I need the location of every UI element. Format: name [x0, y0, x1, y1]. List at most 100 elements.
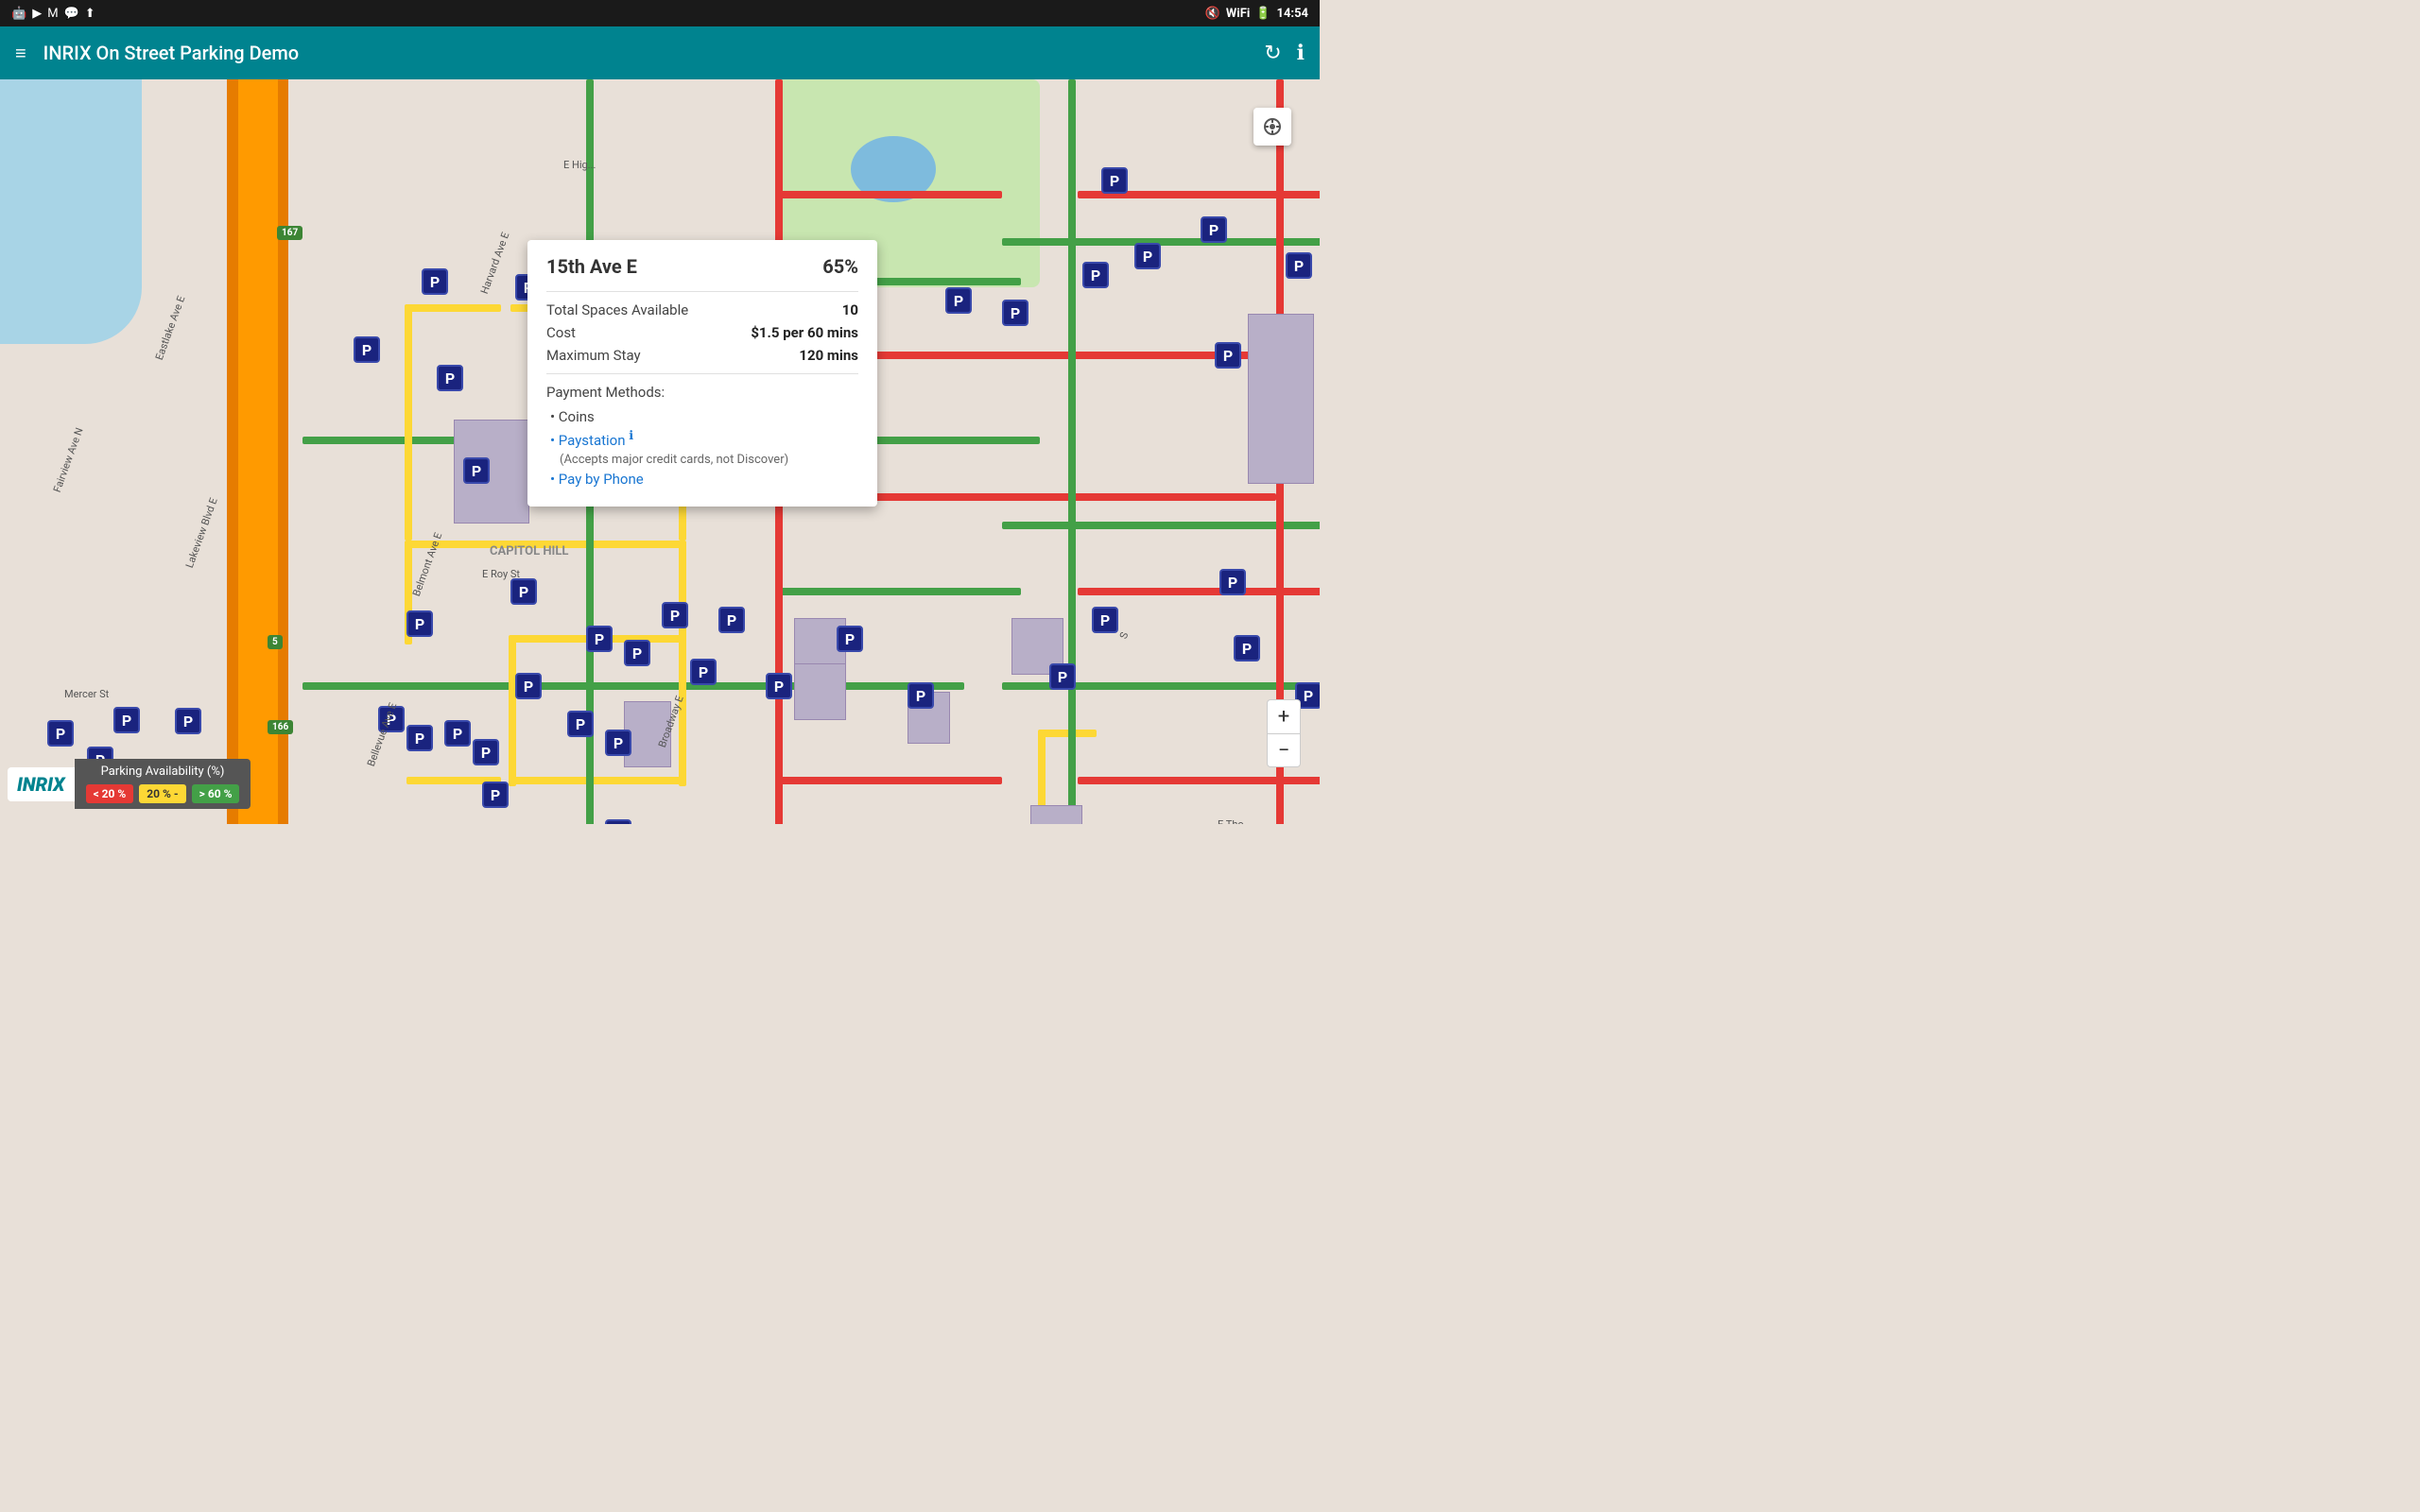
legend-item-green: > 60 %: [192, 784, 240, 803]
building-7: [1248, 314, 1314, 484]
popup-cost-label: Cost: [546, 324, 576, 341]
road-red-1: [775, 191, 1002, 198]
status-bar: 🤖 ▶ M 💬 ⬆ 🔇 WiFi 🔋 14:54: [0, 0, 1320, 26]
popup-maxstay-row: Maximum Stay 120 mins: [546, 347, 858, 364]
parking-marker-34[interactable]: P: [1215, 342, 1241, 369]
legend-title: Parking Availability (%): [86, 765, 240, 779]
parking-marker-41[interactable]: P: [175, 708, 201, 734]
parking-marker-35[interactable]: P: [1219, 569, 1246, 595]
route-sign-166: 166: [268, 720, 293, 734]
parking-marker-39[interactable]: P: [47, 720, 74, 747]
parking-marker-13[interactable]: P: [766, 673, 792, 699]
parking-marker-18[interactable]: P: [473, 739, 499, 765]
mute-icon: 🔇: [1205, 7, 1220, 21]
parking-marker-11[interactable]: P: [690, 659, 717, 685]
map-area[interactable]: Eastlake Ave E Fairview Ave N Lakeview B…: [0, 79, 1320, 824]
parking-marker-23[interactable]: P: [605, 819, 631, 824]
highway-inner: [238, 79, 278, 824]
parking-marker-10[interactable]: P: [662, 602, 688, 628]
popup-spaces-label: Total Spaces Available: [546, 301, 688, 318]
street-label-eastlake: Eastlake Ave E: [153, 294, 188, 361]
parking-marker-8[interactable]: P: [586, 626, 613, 652]
parking-marker-25[interactable]: P: [908, 682, 934, 709]
parking-marker-37[interactable]: P: [1286, 252, 1312, 279]
road-green-2: [302, 682, 964, 690]
parking-marker-16[interactable]: P: [406, 725, 433, 751]
popup-street-name: 15th Ave E: [546, 255, 637, 278]
parking-marker-2[interactable]: P: [422, 268, 448, 295]
gmail-icon: M: [47, 7, 58, 21]
road-green-7: [1002, 238, 1320, 246]
popup-payment-phone[interactable]: • Pay by Phone: [546, 471, 858, 488]
status-left-icons: 🤖 ▶ M 💬 ⬆: [11, 7, 95, 21]
street-label-tho: E Tho...: [1218, 818, 1252, 824]
parking-marker-19[interactable]: P: [482, 782, 509, 808]
parking-marker-29[interactable]: P: [1082, 262, 1109, 288]
app-toolbar: ≡ INRIX On Street Parking Demo ↻ ℹ: [0, 26, 1320, 79]
inrix-logo: INRIX: [8, 767, 75, 801]
time-display: 14:54: [1277, 7, 1309, 21]
parking-marker-17[interactable]: P: [444, 720, 471, 747]
parking-marker-5[interactable]: P: [463, 457, 490, 484]
route-sign-167: 167: [277, 226, 302, 240]
legend-item-red: < 20 %: [86, 784, 134, 803]
building-8: [1030, 805, 1082, 824]
popup-header: 15th Ave E 65%: [546, 255, 858, 278]
parking-marker-44[interactable]: P: [945, 287, 972, 314]
zoom-in-button[interactable]: +: [1267, 699, 1301, 733]
parking-marker-28[interactable]: P: [1049, 663, 1076, 690]
parking-marker-15[interactable]: P: [378, 706, 405, 732]
app-title: INRIX On Street Parking Demo: [43, 42, 1265, 64]
popup-spaces-value: 10: [842, 301, 858, 318]
parking-marker-33[interactable]: P: [1201, 216, 1227, 243]
road-green-4: [775, 588, 1021, 595]
parking-marker-26[interactable]: P: [1002, 300, 1028, 326]
parking-marker-21[interactable]: P: [567, 711, 594, 737]
parking-marker-6[interactable]: P: [510, 578, 537, 605]
legend-items: < 20 % 20 % - > 60 %: [86, 784, 240, 803]
parking-marker-9[interactable]: P: [624, 640, 650, 666]
popup-spaces-row: Total Spaces Available 10: [546, 301, 858, 318]
refresh-button[interactable]: ↻: [1264, 42, 1281, 65]
menu-icon[interactable]: ≡: [15, 42, 26, 65]
upload-icon: ⬆: [85, 7, 95, 21]
zoom-out-button[interactable]: −: [1267, 733, 1301, 767]
wifi-icon: WiFi: [1226, 7, 1250, 21]
legend-item-yellow: 20 % -: [139, 784, 185, 803]
street-label-lakeview: Lakeview Blvd E: [183, 496, 220, 570]
toolbar-actions: ↻ ℹ: [1264, 42, 1305, 65]
parking-marker-12[interactable]: P: [718, 607, 745, 633]
parking-marker-31[interactable]: P: [1101, 167, 1128, 194]
parking-marker-22[interactable]: P: [605, 730, 631, 756]
parking-marker-36[interactable]: P: [1234, 635, 1260, 662]
popup-maxstay-label: Maximum Stay: [546, 347, 641, 364]
road-yellow-h5: [510, 777, 681, 784]
parking-marker-30[interactable]: P: [1092, 607, 1118, 633]
parking-marker-1[interactable]: P: [354, 336, 380, 363]
paystation-info-icon[interactable]: ℹ: [629, 429, 633, 443]
street-label-harvard: Harvard Ave E: [478, 231, 512, 296]
location-button[interactable]: [1253, 108, 1291, 146]
street-label-s: S: [1117, 630, 1131, 641]
parking-marker-40[interactable]: P: [113, 707, 140, 733]
parking-info-popup: 15th Ave E 65% Total Spaces Available 10…: [527, 240, 877, 507]
popup-cost-row: Cost $1.5 per 60 mins: [546, 324, 858, 341]
road-green-6: [1002, 522, 1320, 529]
zoom-controls: + −: [1267, 699, 1301, 767]
popup-payment-paystation-sub: (Accepts major credit cards, not Discove…: [546, 453, 858, 467]
street-label-mercer: Mercer St: [64, 688, 109, 700]
route-sign-5: 5: [268, 635, 283, 649]
popup-occupancy-percent: 65%: [822, 255, 858, 278]
popup-payment-paystation[interactable]: • Paystation ℹ: [546, 429, 858, 449]
parking-marker-24[interactable]: P: [837, 626, 863, 652]
parking-marker-3[interactable]: P: [437, 365, 463, 391]
popup-maxstay-value: 120 mins: [799, 347, 858, 364]
street-label-fairview: Fairview Ave N: [51, 426, 86, 494]
parking-marker-32[interactable]: P: [1134, 243, 1161, 269]
road-yellow-v3: [509, 635, 516, 786]
android-icon: 🤖: [11, 7, 26, 21]
status-right-icons: 🔇 WiFi 🔋 14:54: [1205, 7, 1308, 21]
parking-marker-14[interactable]: P: [406, 610, 433, 637]
info-button[interactable]: ℹ: [1297, 42, 1305, 65]
parking-marker-20[interactable]: P: [515, 673, 542, 699]
